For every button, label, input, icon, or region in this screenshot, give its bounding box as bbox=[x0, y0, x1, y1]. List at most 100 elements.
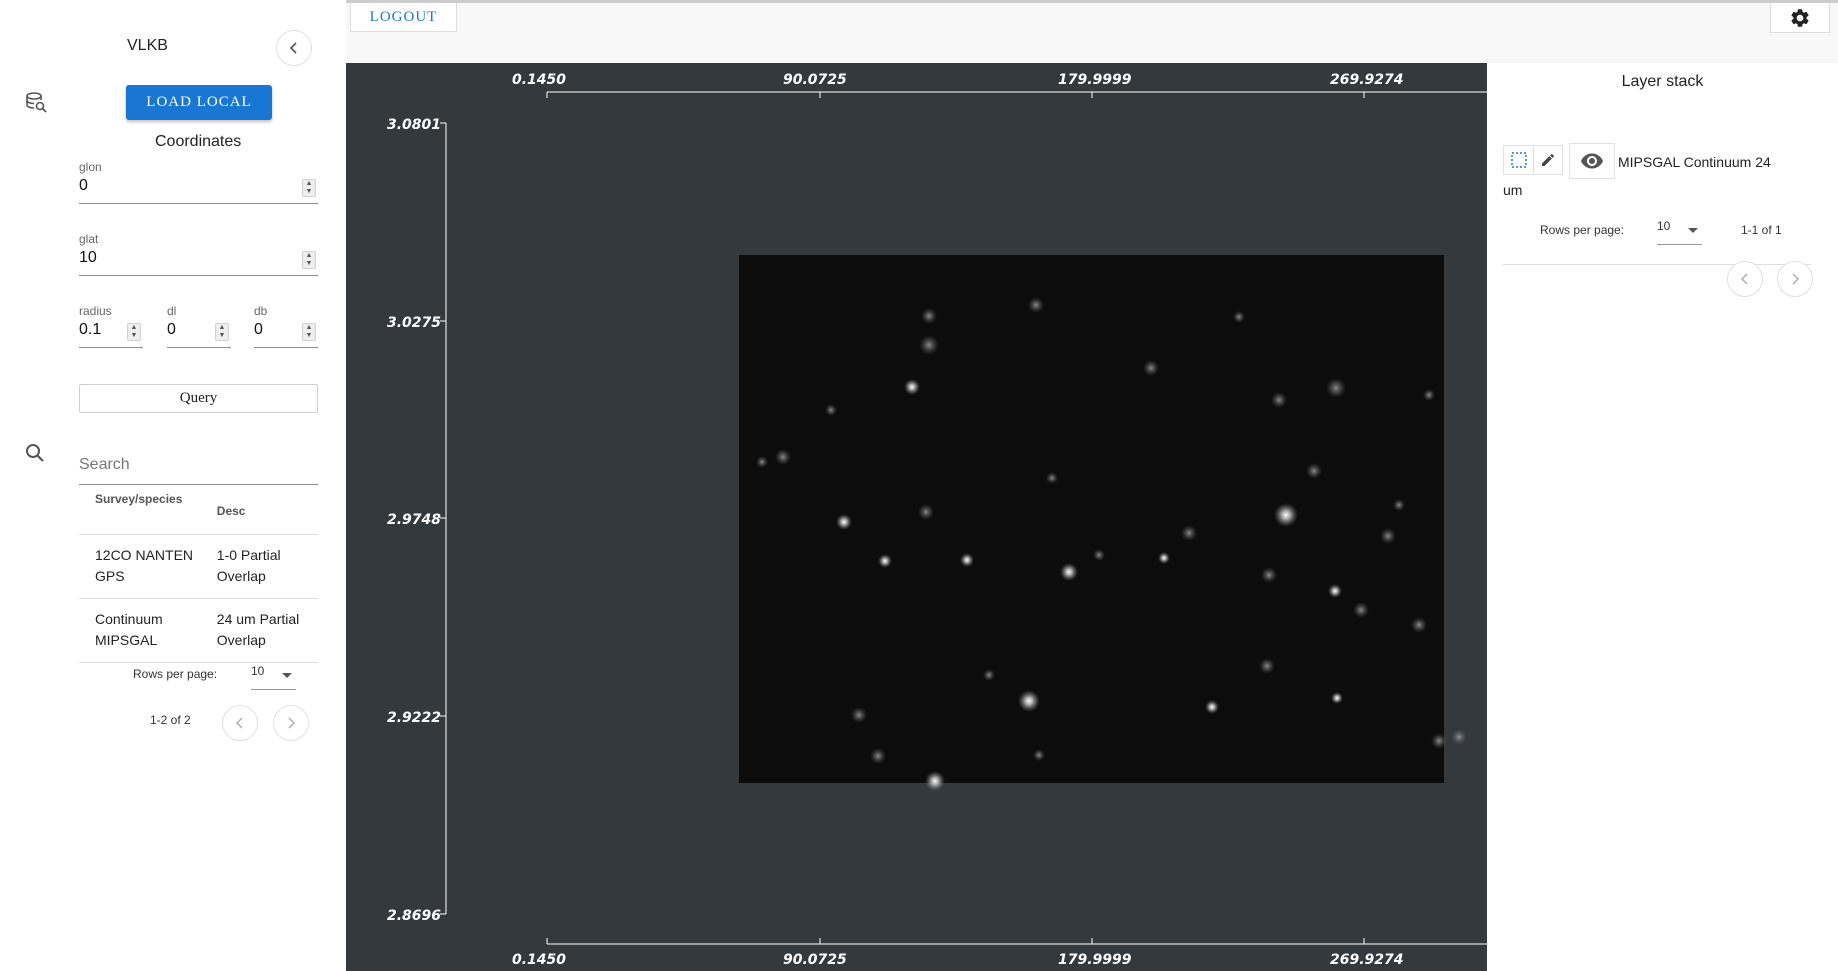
query-button[interactable]: Query bbox=[79, 384, 318, 413]
table-row[interactable]: 12CO NANTEN GPS 1-0 Partial Overlap bbox=[79, 534, 318, 599]
search-icon[interactable] bbox=[24, 442, 46, 464]
top-tick-label: 269.9274 bbox=[1330, 72, 1404, 88]
dropdown-caret-icon bbox=[282, 673, 292, 678]
glon-value[interactable]: 0 bbox=[79, 177, 88, 195]
glat-label: glat bbox=[79, 232, 99, 246]
chevron-left-icon bbox=[1741, 273, 1748, 285]
faint-star bbox=[1181, 525, 1197, 541]
dl-stepper-icon[interactable]: ▲ ▼ bbox=[215, 323, 229, 341]
glat-stepper-icon[interactable]: ▲ ▼ bbox=[302, 251, 316, 269]
faint-star bbox=[1271, 392, 1287, 408]
glon-label: glon bbox=[79, 160, 102, 174]
faint-star bbox=[1033, 749, 1045, 761]
search-field[interactable] bbox=[79, 450, 318, 485]
pagination-range: 1-1 of 1 bbox=[1741, 223, 1782, 237]
table-cell-desc[interactable]: 24 um Partial Overlap bbox=[216, 598, 318, 663]
dl-value[interactable]: 0 bbox=[167, 321, 176, 339]
next-page-button[interactable] bbox=[1777, 261, 1813, 297]
chevron-right-icon bbox=[1792, 273, 1799, 285]
radius-value[interactable]: 0.1 bbox=[79, 321, 101, 339]
previous-page-button[interactable] bbox=[1727, 261, 1763, 297]
faint-star bbox=[1093, 549, 1105, 561]
faint-star bbox=[1380, 528, 1396, 544]
db-value[interactable]: 0 bbox=[254, 321, 263, 339]
bright-star bbox=[1018, 690, 1040, 712]
image-viewer[interactable]: 0.1450 90.0725 179.9999 269.9274 0.1450 … bbox=[346, 63, 1487, 971]
layer-row[interactable]: MIPSGAL Continuum 24 um bbox=[1503, 143, 1811, 265]
logout-button[interactable]: LOGOUT bbox=[350, 3, 457, 32]
faint-star bbox=[919, 335, 939, 355]
faint-star bbox=[1423, 389, 1435, 401]
left-tick-label: 2.9748 bbox=[387, 512, 441, 528]
rows-per-page-select[interactable]: 10 bbox=[251, 664, 296, 690]
collapse-panel-button[interactable] bbox=[276, 30, 312, 66]
top-tick-label: 90.0725 bbox=[783, 72, 847, 88]
database-search-icon[interactable] bbox=[25, 91, 47, 113]
rows-per-page-value: 10 bbox=[251, 664, 265, 678]
bright-star bbox=[836, 514, 852, 530]
faint-star bbox=[1451, 729, 1467, 745]
settings-button[interactable] bbox=[1770, 3, 1830, 33]
column-header-desc[interactable]: Desc bbox=[216, 488, 318, 535]
top-tick-label: 179.9999 bbox=[1058, 72, 1132, 88]
chevron-left-icon bbox=[236, 717, 243, 729]
settings-gear-icon bbox=[1791, 8, 1809, 27]
faint-star bbox=[1046, 472, 1058, 484]
bright-star bbox=[1274, 503, 1298, 527]
pagination-range: 1-2 of 2 bbox=[150, 713, 191, 727]
layer-name[interactable]: MIPSGAL Continuum 24 um bbox=[1503, 148, 1793, 204]
layer-stack-panel: Layer stack MIPSGAL Continuum 24 um Rows… bbox=[1487, 63, 1838, 971]
table-cell-survey[interactable]: 12CO NANTEN GPS bbox=[79, 534, 217, 599]
faint-star bbox=[1411, 617, 1427, 633]
rows-per-page-select[interactable]: 10 bbox=[1657, 219, 1702, 245]
table-row[interactable]: Continuum MIPSGAL 24 um Partial Overlap bbox=[79, 598, 318, 663]
bright-star bbox=[878, 554, 892, 568]
db-label: db bbox=[254, 304, 268, 318]
top-tick-label: 0.1450 bbox=[512, 72, 566, 88]
bottom-tick-label: 90.0725 bbox=[783, 952, 847, 968]
bright-star bbox=[925, 771, 945, 791]
left-tick-label: 2.8696 bbox=[387, 908, 441, 924]
bright-star bbox=[960, 553, 974, 567]
load-local-button[interactable]: LOAD LOCAL bbox=[126, 85, 272, 120]
sky-image[interactable] bbox=[739, 255, 1467, 791]
table-cell-desc[interactable]: 1-0 Partial Overlap bbox=[216, 534, 318, 599]
glon-field[interactable]: glon 0 ▲ ▼ bbox=[79, 160, 318, 204]
faint-star bbox=[1306, 463, 1322, 479]
bottom-axis: 0.1450 90.0725 179.9999 269.9274 bbox=[512, 938, 1487, 968]
faint-star bbox=[1259, 658, 1275, 674]
faint-star bbox=[1431, 733, 1447, 749]
rows-per-page-value: 10 bbox=[1657, 219, 1671, 233]
search-input[interactable] bbox=[79, 450, 318, 480]
rows-per-page-label: Rows per page: bbox=[1540, 223, 1625, 237]
glat-value[interactable]: 10 bbox=[79, 249, 97, 267]
previous-page-button[interactable] bbox=[222, 705, 258, 741]
faint-star bbox=[1353, 602, 1369, 618]
bottom-tick-label: 179.9999 bbox=[1058, 952, 1132, 968]
table-cell-survey[interactable]: Continuum MIPSGAL bbox=[79, 598, 217, 663]
bottom-tick-label: 0.1450 bbox=[512, 952, 566, 968]
column-header-survey[interactable]: Survey/species bbox=[79, 488, 217, 535]
faint-star bbox=[1028, 297, 1044, 313]
bright-star bbox=[1205, 700, 1219, 714]
radius-stepper-icon[interactable]: ▲ ▼ bbox=[127, 323, 141, 341]
chevron-right-icon bbox=[288, 717, 295, 729]
table-header-row: Survey/species Desc bbox=[79, 488, 318, 535]
next-page-button[interactable] bbox=[273, 705, 309, 741]
coordinates-title: Coordinates bbox=[155, 133, 242, 150]
glat-field[interactable]: glat 10 ▲ ▼ bbox=[79, 232, 318, 276]
glon-stepper-icon[interactable]: ▲ ▼ bbox=[302, 179, 316, 197]
chevron-left-icon bbox=[289, 42, 297, 54]
bottom-tick-label: 269.9274 bbox=[1330, 952, 1404, 968]
viewer-canvas[interactable]: 0.1450 90.0725 179.9999 269.9274 0.1450 … bbox=[346, 63, 1487, 971]
bright-star bbox=[904, 379, 920, 395]
faint-star bbox=[1326, 378, 1346, 398]
faint-star bbox=[825, 404, 837, 416]
faint-star bbox=[918, 504, 934, 520]
faint-star bbox=[1261, 567, 1277, 583]
bright-star bbox=[1328, 584, 1342, 598]
radius-field[interactable]: radius 0.1 ▲ ▼ bbox=[79, 304, 143, 348]
db-stepper-icon[interactable]: ▲ ▼ bbox=[302, 323, 316, 341]
db-field[interactable]: db 0 ▲ ▼ bbox=[254, 304, 318, 348]
dl-field[interactable]: dl 0 ▲ ▼ bbox=[167, 304, 231, 348]
